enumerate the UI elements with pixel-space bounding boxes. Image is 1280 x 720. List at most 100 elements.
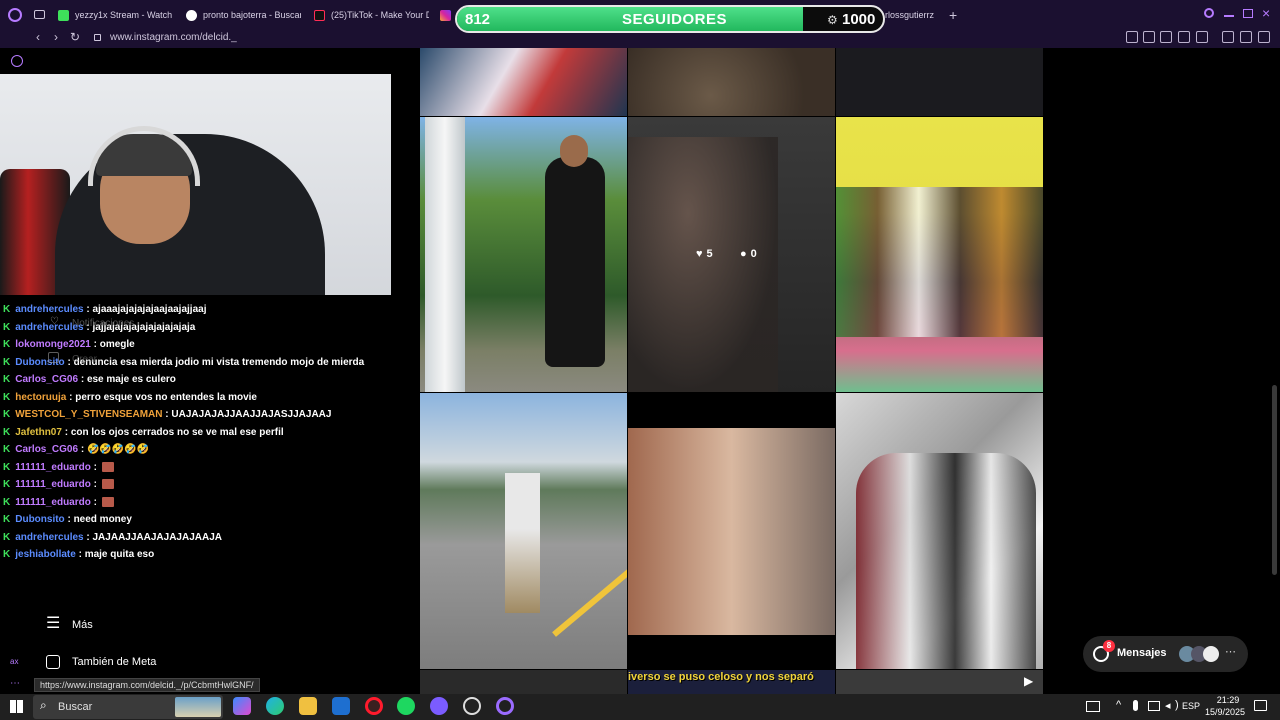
maximize-icon[interactable]	[1243, 9, 1253, 18]
chat-username[interactable]: andrehercules	[15, 304, 83, 315]
chat-username[interactable]: 111111_eduardo	[15, 497, 91, 508]
windows-start-icon[interactable]	[10, 700, 23, 713]
volume-icon[interactable]: ◂	[1165, 699, 1171, 712]
chat-separator: :	[78, 374, 87, 385]
post-dark[interactable]	[836, 48, 1043, 116]
post-two-friends[interactable]	[628, 393, 835, 669]
post-rocks[interactable]	[628, 48, 835, 116]
chat-username[interactable]: 111111_eduardo	[15, 479, 91, 490]
notifications-label[interactable]: Notificaciones	[72, 318, 134, 329]
page-scrollbar[interactable]	[1272, 385, 1277, 575]
chat-message: K 111111_eduardo :	[3, 479, 114, 490]
download-icon[interactable]	[1240, 31, 1252, 43]
opera-gx-icon[interactable]	[496, 697, 514, 715]
chat-username[interactable]: Jafethn07	[15, 427, 62, 438]
url-input[interactable]: www.instagram.com/delcid._	[110, 32, 237, 43]
post-selfie-dark[interactable]: ♥ 5 ● 0	[628, 117, 835, 392]
widgets-icon[interactable]	[1086, 701, 1100, 712]
walker	[505, 473, 540, 613]
menu-icon[interactable]	[1258, 31, 1270, 43]
create-icon[interactable]	[48, 352, 59, 363]
chat-username[interactable]: andrehercules	[15, 532, 83, 543]
follower-count: 812	[465, 11, 491, 28]
post-group-photo[interactable]	[836, 393, 1043, 669]
reload-icon[interactable]: ↻	[70, 30, 80, 44]
tab-tiktok[interactable]: (25)TikTok - Make Your D	[314, 5, 429, 25]
chat-username[interactable]: hectoruuja	[15, 392, 66, 403]
post-bottom-left[interactable]	[420, 670, 627, 694]
minimize-icon[interactable]	[1224, 15, 1234, 17]
chat-text: maje quita eso	[84, 549, 155, 560]
chat-username[interactable]: Carlos_CG06	[15, 374, 78, 385]
outlook-icon[interactable]	[332, 697, 350, 715]
bookmark-icon[interactable]	[1126, 31, 1138, 43]
file-explorer-icon[interactable]	[299, 697, 317, 715]
more-dots-icon: ⋯	[1225, 646, 1236, 658]
clock-time[interactable]: 21:29	[1208, 695, 1248, 705]
notifications-icon[interactable]: ♡	[50, 316, 59, 327]
create-label[interactable]: Crear	[72, 354, 97, 365]
post-bottom-right[interactable]: ▶	[836, 670, 1043, 694]
tray-chevron-icon[interactable]: ^	[1116, 699, 1121, 711]
messages-button[interactable]: 8 Mensajes ⋯	[1083, 636, 1248, 672]
account-icon[interactable]	[1222, 31, 1234, 43]
obs-icon[interactable]	[463, 697, 481, 715]
discord-icon[interactable]	[430, 697, 448, 715]
edge-icon[interactable]	[266, 697, 284, 715]
chat-separator: :	[64, 514, 74, 525]
notification-center-icon[interactable]	[1254, 700, 1267, 711]
chat-username[interactable]: lokomonge2021	[15, 339, 91, 350]
sound-icon[interactable]: )	[1175, 699, 1179, 711]
post-street[interactable]	[420, 393, 627, 669]
chat-separator: :	[78, 444, 87, 455]
tab-profile[interactable]: rlossgutierrz	[885, 5, 945, 25]
chat-text: JAJAAJJAAJAJAJAJAAJA	[92, 531, 223, 543]
chat-text: 🤣🤣🤣🤣🤣	[86, 444, 150, 455]
close-icon[interactable]: ×	[1262, 5, 1270, 21]
network-icon[interactable]	[1148, 701, 1160, 711]
chat-text: ajaaajajajajajaajaajajjaaj	[92, 304, 207, 315]
post-fish[interactable]	[420, 48, 627, 116]
language-indicator[interactable]: ESP	[1182, 701, 1200, 711]
chat-username[interactable]: Carlos_CG06	[15, 444, 78, 455]
post-costume-party[interactable]	[836, 117, 1043, 392]
search-tabs-icon[interactable]	[1204, 8, 1214, 18]
back-icon[interactable]: ‹	[36, 30, 40, 44]
opera-icon[interactable]	[365, 697, 383, 715]
chat-username[interactable]: 111111_eduardo	[15, 462, 91, 473]
chat-username[interactable]: Dubonsito	[15, 514, 64, 525]
chat-separator: :	[61, 426, 71, 438]
heart-icon[interactable]	[1196, 31, 1208, 43]
tab-kick[interactable]: yezzy1x Stream - Watch ...	[58, 5, 173, 25]
kick-badge-icon: K	[3, 321, 11, 333]
kick-badge-icon: K	[3, 426, 11, 438]
meta-label[interactable]: También de Meta	[72, 656, 156, 668]
meta-icon[interactable]	[46, 655, 60, 669]
aix-icon[interactable]: ax	[10, 657, 18, 666]
more-dots-icon[interactable]: ⋯	[10, 678, 20, 689]
copilot-icon[interactable]	[233, 697, 251, 715]
chat-separator: :	[90, 461, 100, 473]
tab-overview-icon[interactable]	[34, 10, 45, 19]
microphone-icon[interactable]	[1133, 700, 1138, 711]
link-status-bar: https://www.instagram.com/delcid._/p/Ccb…	[34, 678, 260, 692]
tab-google[interactable]: pronto bajoterra - Buscar	[186, 5, 301, 25]
chat-message: Khectoruuja : perro esque vos no entende…	[3, 392, 257, 403]
kick-badge-icon: K	[3, 444, 11, 455]
vpn-icon[interactable]	[1160, 31, 1172, 43]
chat-username[interactable]: WESTCOL_Y_STIVENSEAMAN	[15, 409, 162, 420]
post-bottom-reel[interactable]: iverso se puso celoso y nos separó	[628, 670, 835, 694]
tab-instagram[interactable]	[440, 5, 454, 25]
chat-username[interactable]: jeshiabollate	[15, 549, 76, 560]
chat-message: Kandrehercules : JAJAAJJAAJAJAJAJAAJA	[3, 532, 222, 543]
play-icon[interactable]	[1178, 31, 1190, 43]
post-guy-by-tree[interactable]	[420, 117, 627, 392]
clock-date[interactable]: 15/9/2025	[1200, 707, 1250, 717]
more-icon[interactable]: ☰	[46, 616, 60, 632]
opera-menu-icon[interactable]	[8, 8, 22, 22]
forward-icon[interactable]: ›	[54, 30, 58, 44]
new-tab-icon[interactable]: +	[949, 7, 957, 23]
spotify-icon[interactable]	[397, 697, 415, 715]
snapshot-icon[interactable]	[1143, 31, 1155, 43]
more-label[interactable]: Más	[72, 619, 93, 631]
